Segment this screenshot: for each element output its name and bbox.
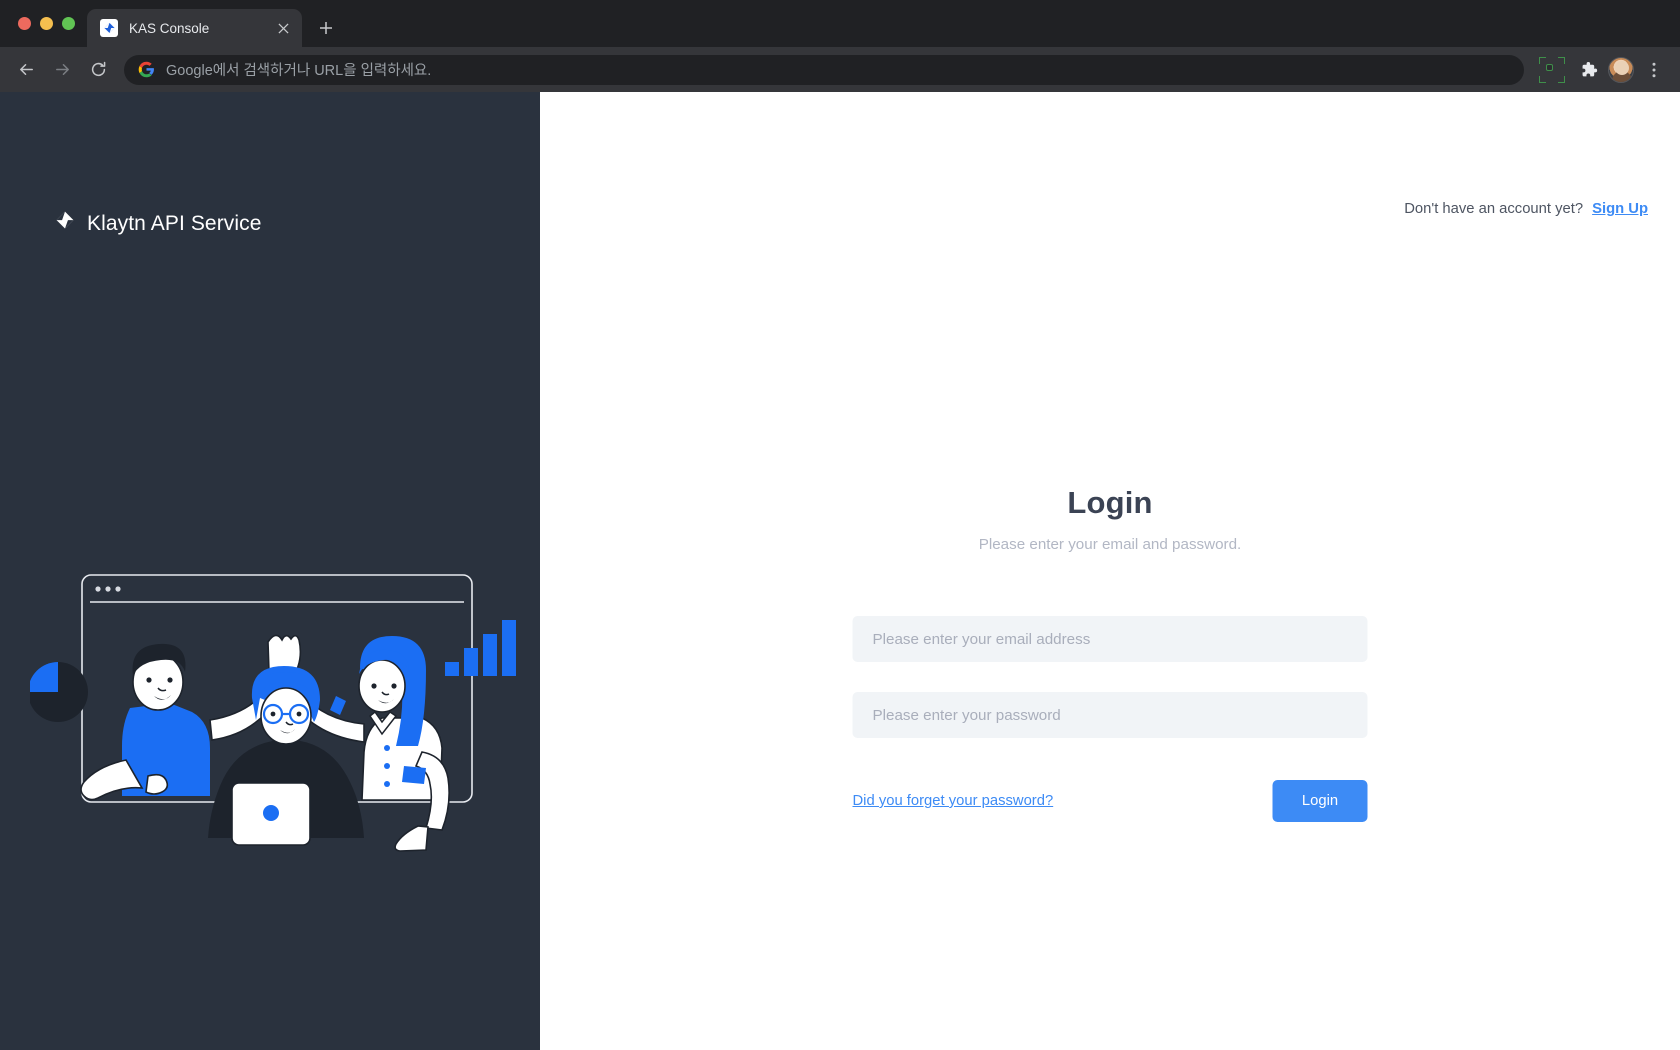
window-controls [10, 0, 87, 47]
close-window-button[interactable] [18, 17, 31, 30]
maximize-window-button[interactable] [62, 17, 75, 30]
login-form: Login Please enter your email and passwo… [852, 485, 1368, 822]
page-subtitle: Please enter your email and password. [978, 536, 1242, 553]
tab-title: KAS Console [129, 20, 210, 36]
reload-icon[interactable] [82, 54, 114, 86]
page-title: Login [1067, 485, 1153, 520]
address-bar-placeholder: Google에서 검색하거나 URL을 입력하세요. [166, 63, 432, 79]
arrow-left-icon[interactable] [10, 54, 42, 86]
brand-name: Klaytn API Service [87, 211, 262, 235]
browser-window: KAS Console Google에서 검색하거나 URL을 입력하세요. K… [0, 0, 1680, 1050]
sidebar-panel: Klaytn API Service [0, 92, 540, 1050]
arrow-right-icon[interactable] [46, 54, 78, 86]
sign-up-link[interactable]: Sign Up [1592, 201, 1648, 217]
browser-tab[interactable]: KAS Console [87, 9, 302, 47]
google-icon [138, 61, 155, 78]
email-field[interactable] [852, 616, 1368, 662]
browser-toolbar: Google에서 검색하거나 URL을 입력하세요. [0, 47, 1680, 92]
address-bar[interactable]: Google에서 검색하거나 URL을 입력하세요. [124, 54, 1524, 85]
signup-prompt: Don't have an account yet? Sign Up [1404, 201, 1648, 217]
avatar-icon[interactable] [1608, 56, 1634, 83]
login-button[interactable]: Login [1272, 780, 1368, 822]
new-tab-button[interactable] [311, 13, 341, 43]
brand-logo[interactable]: Klaytn API Service [54, 210, 262, 237]
puzzle-piece-icon[interactable] [1572, 54, 1604, 86]
team-highfive-illustration [28, 570, 520, 855]
close-icon[interactable] [274, 19, 292, 37]
account-prompt-text: Don't have an account yet? [1404, 201, 1584, 217]
password-field[interactable] [852, 692, 1368, 738]
three-dots-vertical-icon[interactable] [1638, 54, 1670, 86]
page-content: Klaytn API Service Don't have an account… [0, 92, 1680, 1050]
klaytn-logo-icon [54, 210, 76, 237]
klaytn-logo-icon [100, 19, 118, 37]
tab-strip: KAS Console [0, 0, 1680, 47]
forgot-password-link[interactable]: Did you forget your password? [853, 793, 1054, 809]
minimize-window-button[interactable] [40, 17, 53, 30]
cast-icon[interactable] [1539, 56, 1565, 83]
login-panel: Don't have an account yet? Sign Up Login… [540, 92, 1680, 1050]
form-actions: Did you forget your password? Login [853, 780, 1368, 822]
